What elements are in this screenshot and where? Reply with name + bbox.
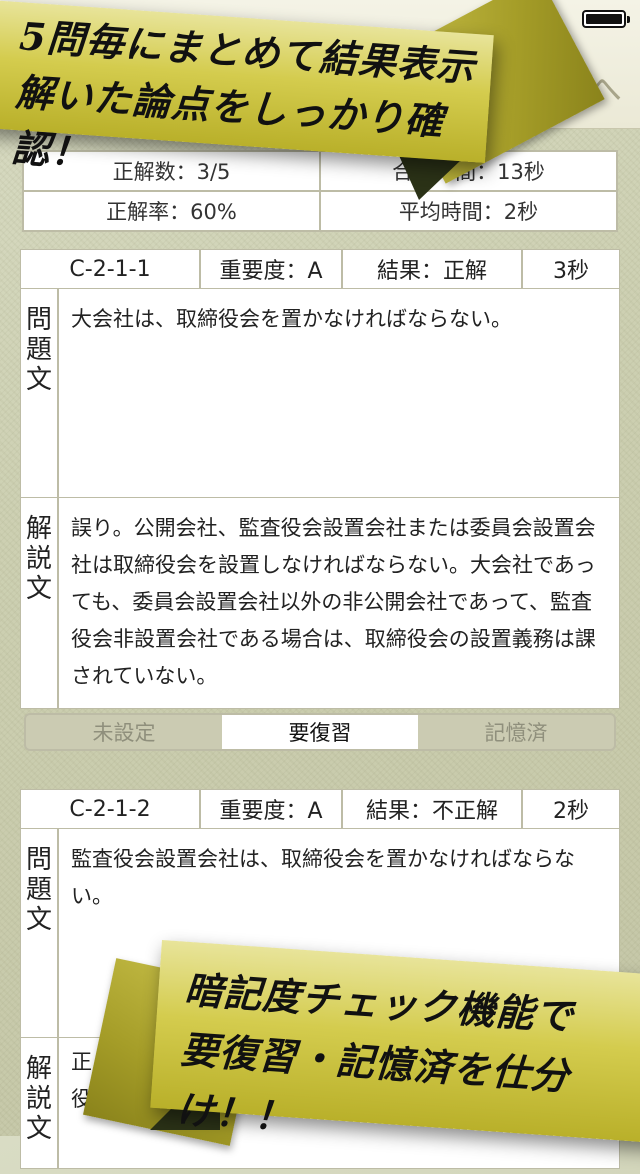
promo-banner-bottom: 暗記度チェック機能で 要復習・記憶済を仕分け！！ bbox=[150, 940, 640, 1144]
explanation-row: 解説文 誤り。公開会社、監査役会設置会社または委員会設置会社は取締役会を設置しな… bbox=[20, 498, 620, 709]
question-header: C-2-1-1 重要度：A 結果：正解 3秒 bbox=[20, 249, 620, 289]
explanation-text: 誤り。公開会社、監査役会設置会社または委員会設置会社は取締役会を設置しなければな… bbox=[71, 516, 596, 688]
question-header: C-2-1-2 重要度：A 結果：不正解 2秒 bbox=[20, 789, 620, 829]
correct-rate: 正解率：60% bbox=[22, 190, 321, 232]
result-label: 結果：不正解 bbox=[343, 790, 523, 828]
importance-label: 重要度：A bbox=[201, 250, 343, 288]
segment-unset[interactable]: 未設定 bbox=[26, 715, 222, 749]
importance-label: 重要度：A bbox=[201, 790, 343, 828]
question-card: C-2-1-1 重要度：A 結果：正解 3秒 問題文 大会社は、取締役会を置かな… bbox=[20, 249, 620, 751]
explanation-text-label: 解説文 bbox=[21, 498, 59, 708]
question-row: 問題文 大会社は、取締役会を置かなければならない。 bbox=[20, 289, 620, 498]
question-text-label: 問題文 bbox=[21, 289, 59, 497]
explanation-text-label: 解説文 bbox=[21, 1038, 59, 1168]
question-id: C-2-1-1 bbox=[21, 250, 201, 288]
segment-review[interactable]: 要復習 bbox=[222, 715, 418, 749]
question-text: 大会社は、取締役会を置かなければならない。 bbox=[71, 307, 512, 331]
memory-status-segmented-control[interactable]: 未設定 要復習 記憶済 bbox=[24, 713, 616, 751]
question-text-label: 問題文 bbox=[21, 829, 59, 1037]
question-id: C-2-1-2 bbox=[21, 790, 201, 828]
segment-memorized[interactable]: 記憶済 bbox=[418, 715, 614, 749]
time-label: 2秒 bbox=[553, 799, 589, 824]
result-label: 結果：正解 bbox=[343, 250, 523, 288]
time-label: 3秒 bbox=[553, 259, 589, 284]
battery-icon bbox=[582, 10, 630, 28]
